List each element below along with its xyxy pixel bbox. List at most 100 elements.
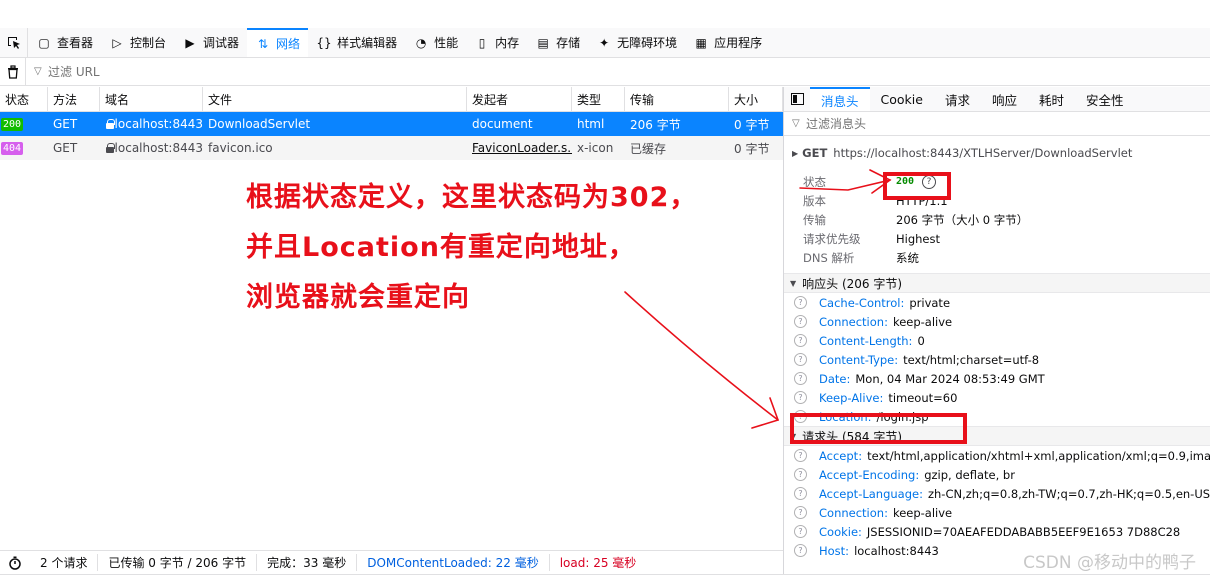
summary-value: 系统	[896, 250, 919, 265]
clear-requests-button[interactable]	[0, 57, 26, 86]
details-tab[interactable]: 响应	[981, 87, 1028, 111]
url-filter-input[interactable]	[48, 64, 348, 79]
header-row[interactable]: ? Connection: keep-alive	[784, 503, 1210, 522]
tool-tab-console[interactable]: ▷ 控制台	[101, 28, 174, 57]
tool-tab-debugger[interactable]: ▶ 调试器	[174, 28, 247, 57]
toggle-sidebar-button[interactable]	[784, 87, 810, 111]
headers-filter-input[interactable]	[806, 116, 1106, 131]
element-picker-button[interactable]	[0, 28, 28, 57]
help-icon[interactable]: ?	[794, 372, 807, 385]
cell-size: 0 字节	[734, 141, 770, 156]
highlight-box-status	[883, 172, 951, 200]
tool-tab-accessibility[interactable]: ✦ 无障碍环境	[588, 28, 685, 57]
tool-tab-inspector[interactable]: ▢ 查看器	[28, 28, 101, 57]
devtools-toolbar: ▢ 查看器 ▷ 控制台 ▶ 调试器 ⇅ 网络 {} 样式编辑器 ◔ 性能 ▯ 内存 ▤ 存储 ✦ 无障碍环境 ▦ 应用…	[0, 28, 1210, 58]
header-row[interactable]: ? Connection: keep-alive	[784, 312, 1210, 331]
stopwatch-icon	[9, 556, 21, 570]
details-tab[interactable]: 安全性	[1075, 87, 1135, 111]
dom-content-loaded-time: DOMContentLoaded: 22 毫秒	[357, 554, 550, 571]
column-header[interactable]: 方法	[48, 87, 100, 111]
help-icon[interactable]: ?	[794, 296, 807, 309]
network-icon: ⇅	[258, 36, 269, 51]
help-icon[interactable]: ?	[794, 525, 807, 538]
header-value: timeout=60	[888, 390, 958, 405]
header-row[interactable]: ? Cache-Control: private	[784, 293, 1210, 312]
details-tab[interactable]: 请求	[934, 87, 981, 111]
help-icon[interactable]: ?	[794, 334, 807, 347]
memory-icon: ▯	[478, 35, 486, 50]
header-value: localhost:8443	[854, 543, 939, 558]
bottom-gap	[0, 574, 1210, 580]
header-value: keep-alive	[892, 505, 953, 520]
header-row[interactable]: ? Accept-Encoding: gzip, deflate, br	[784, 465, 1210, 484]
console-icon: ▷	[112, 35, 122, 50]
help-icon[interactable]: ?	[794, 544, 807, 557]
cell-file: favicon.ico	[208, 141, 273, 155]
domain-text: localhost:8443	[114, 141, 203, 155]
column-header[interactable]: 传输	[625, 87, 729, 111]
request-row[interactable]: 200 GET localhost:8443 DownloadServlet docum…	[0, 112, 783, 136]
summary-row: 请求优先级 Highest	[784, 229, 1210, 248]
cell-type: html	[577, 117, 605, 131]
column-header[interactable]: 域名	[100, 87, 203, 111]
debugger-icon: ▶	[185, 35, 195, 50]
csdn-watermark: CSDN @移动中的鸭子	[1023, 553, 1196, 573]
initiator-link[interactable]: FaviconLoader.s...	[472, 141, 572, 155]
header-name: Date:	[819, 371, 851, 386]
help-icon[interactable]: ?	[794, 487, 807, 500]
header-row[interactable]: ? Content-Type: text/html;charset=utf-8	[784, 350, 1210, 369]
column-header[interactable]: 类型	[572, 87, 625, 111]
response-headers-title: 响应头 (206 字节)	[802, 276, 903, 291]
help-icon[interactable]: ?	[794, 449, 807, 462]
tool-tab-application[interactable]: ▦ 应用程序	[685, 28, 770, 57]
column-header[interactable]: 大小	[729, 87, 783, 111]
network-status-bar: 2 个请求 已传输 0 字节 / 206 字节 完成：33 毫秒 DOMCont…	[0, 550, 783, 574]
summary-row: 版本 HTTP/1.1	[784, 191, 1210, 210]
header-row[interactable]: ? Content-Length: 0	[784, 331, 1210, 350]
tool-tab-style-editor[interactable]: {} 样式编辑器	[308, 28, 405, 57]
header-value: private	[909, 295, 951, 310]
cell-status: 200	[0, 112, 48, 136]
lock-icon	[105, 143, 115, 153]
tool-tab-memory[interactable]: ▯ 内存	[466, 28, 527, 57]
transferred-summary: 已传输 0 字节 / 206 字节	[98, 554, 258, 571]
header-value: JSESSIONID=70AEAFEDDABABB5EEF9E1653 7D88…	[866, 524, 1181, 539]
tool-tab-storage[interactable]: ▤ 存储	[527, 28, 588, 57]
help-icon[interactable]: ?	[794, 315, 807, 328]
column-header[interactable]: 发起者	[467, 87, 572, 111]
application-icon: ▦	[695, 35, 707, 50]
response-headers-section[interactable]: ▼ 响应头 (206 字节)	[784, 273, 1210, 293]
tool-tab-performance[interactable]: ◔ 性能	[405, 28, 466, 57]
header-value: 0	[917, 333, 925, 348]
header-row[interactable]: ? Keep-Alive: timeout=60	[784, 388, 1210, 407]
column-header[interactable]: 文件	[203, 87, 467, 111]
request-count: 2 个请求	[30, 554, 99, 571]
details-tab[interactable]: Cookie	[870, 87, 934, 111]
column-header[interactable]: 状态	[0, 87, 48, 111]
request-row[interactable]: 404 GET localhost:8443 favicon.ico FaviconLo…	[0, 136, 783, 160]
annotation-line-1: 根据状态定义，这里状态码为302，	[246, 182, 698, 213]
header-value: gzip, deflate, br	[924, 467, 1015, 482]
header-row[interactable]: ? Date: Mon, 04 Mar 2024 08:53:49 GMT	[784, 369, 1210, 388]
help-icon[interactable]: ?	[794, 353, 807, 366]
cell-initiator: document	[472, 117, 533, 131]
tool-tab-label: 内存	[495, 36, 520, 50]
request-method: GET	[802, 146, 828, 160]
header-row[interactable]: ? Accept-Language: zh-CN,zh;q=0.8,zh-TW;q=…	[784, 484, 1210, 503]
request-url-row[interactable]: ▶ GET https://localhost:8443/XTLHServer/…	[784, 136, 1210, 170]
header-row[interactable]: ? Accept: text/html,application/xhtml+xml,…	[784, 446, 1210, 465]
help-icon[interactable]: ?	[794, 468, 807, 481]
header-value: text/html,application/xhtml+xml,applicat…	[867, 448, 1210, 463]
header-row[interactable]: ? Cookie: JSESSIONID=70AEAFEDDABABB5EEF9E1…	[784, 522, 1210, 541]
performance-analysis-button[interactable]	[0, 556, 30, 570]
header-name: Accept:	[819, 448, 863, 463]
help-icon[interactable]: ?	[794, 506, 807, 519]
help-icon[interactable]: ?	[794, 391, 807, 404]
tool-tab-network[interactable]: ⇅ 网络	[247, 28, 309, 57]
details-tab[interactable]: 消息头	[810, 87, 870, 111]
filter-icon: ▽	[34, 65, 42, 77]
domain-text: localhost:8443	[114, 117, 203, 131]
tool-tab-label: 查看器	[57, 36, 94, 50]
header-name: Cache-Control:	[819, 295, 905, 310]
details-tab[interactable]: 耗时	[1028, 87, 1075, 111]
